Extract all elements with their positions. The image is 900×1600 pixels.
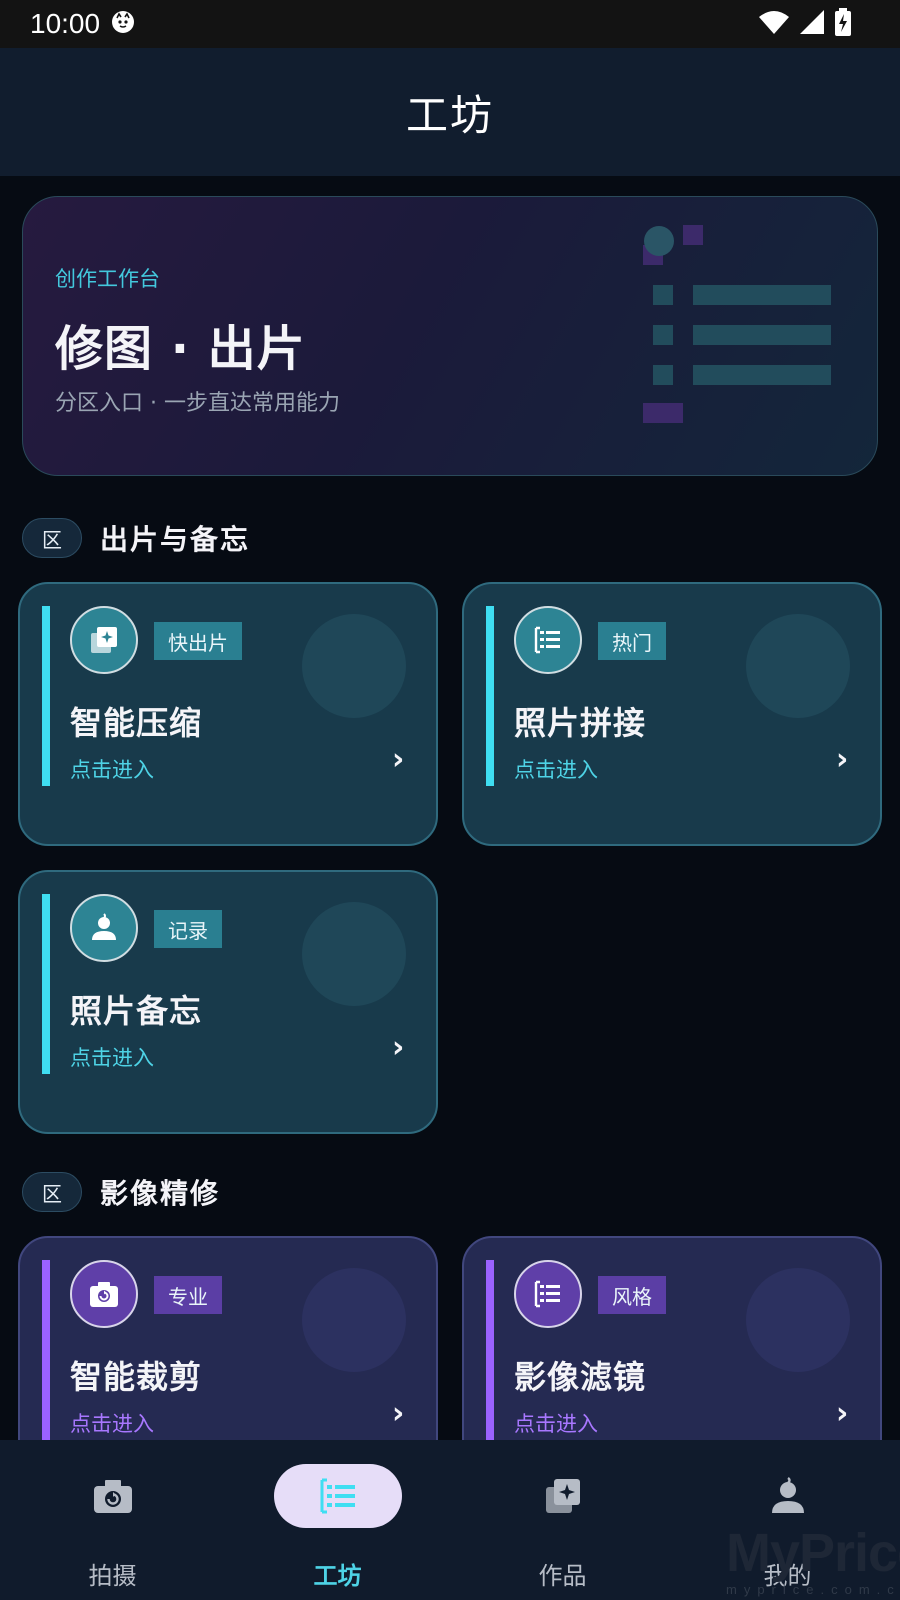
card-title: 照片备忘 <box>70 992 203 1030</box>
camera-icon <box>49 1464 177 1528</box>
nav-label: 拍摄 <box>88 1562 137 1590</box>
list-icon <box>273 1464 402 1528</box>
hero-banner: 创作工作台 修图 · 出片 分区入口 · 一步直达常用能力 <box>22 196 878 476</box>
section-title: 影像精修 <box>100 1177 221 1210</box>
section-title: 出片与备忘 <box>100 523 251 556</box>
nav-label: 我的 <box>763 1562 812 1590</box>
bottom-navigation: 拍摄 工坊 作品 我的 <box>0 1440 900 1600</box>
card-tag: 专业 <box>154 1276 222 1314</box>
nav-item-workshop[interactable]: 工坊 <box>225 1440 450 1600</box>
card-decoration <box>302 902 406 1006</box>
chevron-right-icon: › <box>836 1396 849 1431</box>
nav-label: 作品 <box>538 1562 587 1590</box>
card-tag: 风格 <box>598 1276 666 1314</box>
card-tag: 快出片 <box>154 622 242 660</box>
card-decoration <box>302 614 406 718</box>
card-enter-link[interactable]: 点击进入 <box>514 754 598 784</box>
card-enter-link[interactable]: 点击进入 <box>514 1408 598 1438</box>
chevron-right-icon: › <box>836 742 849 777</box>
list-icon <box>514 606 582 674</box>
hero-kicker: 创作工作台 <box>55 267 160 291</box>
card-photo-memo[interactable]: 记录 照片备忘 点击进入 › <box>18 870 438 1134</box>
list-icon <box>643 225 853 435</box>
card-title: 智能压缩 <box>70 704 203 742</box>
card-enter-link[interactable]: 点击进入 <box>70 1408 154 1438</box>
card-title: 智能裁剪 <box>70 1358 203 1396</box>
status-time: 10:00 <box>30 8 101 39</box>
cellular-signal-icon <box>798 9 826 39</box>
cat-notification-icon <box>110 9 136 39</box>
status-bar: 10:00 <box>0 0 900 48</box>
section-badge: 区 <box>22 518 82 558</box>
card-smart-compress[interactable]: 快出片 智能压缩 点击进入 › <box>18 582 438 846</box>
card-accent-bar <box>42 606 50 786</box>
nav-item-works[interactable]: 作品 <box>450 1440 675 1600</box>
card-enter-link[interactable]: 点击进入 <box>70 1042 154 1072</box>
card-accent-bar <box>486 1260 494 1440</box>
photo-library-icon <box>499 1464 627 1528</box>
camera-icon <box>70 1260 138 1328</box>
card-decoration <box>302 1268 406 1372</box>
chevron-right-icon: › <box>392 1030 405 1065</box>
chevron-right-icon: › <box>392 1396 405 1431</box>
chevron-right-icon: › <box>392 742 405 777</box>
list-icon <box>514 1260 582 1328</box>
card-tag: 记录 <box>154 910 222 948</box>
card-tag: 热门 <box>598 622 666 660</box>
card-decoration <box>746 614 850 718</box>
battery-charging-icon <box>834 8 852 40</box>
card-photo-stitch[interactable]: 热门 照片拼接 点击进入 › <box>462 582 882 846</box>
card-enter-link[interactable]: 点击进入 <box>70 754 154 784</box>
card-title: 照片拼接 <box>514 704 647 742</box>
nav-item-shoot[interactable]: 拍摄 <box>0 1440 225 1600</box>
hero-title: 修图 · 出片 <box>55 321 306 377</box>
card-title: 影像滤镜 <box>514 1358 647 1396</box>
nav-label: 工坊 <box>313 1562 362 1590</box>
person-icon <box>70 894 138 962</box>
section-badge: 区 <box>22 1172 82 1212</box>
nav-item-me[interactable]: 我的 <box>675 1440 900 1600</box>
section-header-retouch: 区 影像精修 <box>22 1172 220 1212</box>
page-title: 工坊 <box>405 90 494 140</box>
card-accent-bar <box>42 1260 50 1440</box>
card-accent-bar <box>486 606 494 786</box>
card-accent-bar <box>42 894 50 1074</box>
person-icon <box>724 1464 852 1528</box>
wifi-icon <box>758 9 790 39</box>
hero-subtitle: 分区入口 · 一步直达常用能力 <box>55 391 340 416</box>
section-header-output-memo: 区 出片与备忘 <box>22 518 250 558</box>
app-bar: 工坊 <box>0 48 900 176</box>
photo-library-icon <box>70 606 138 674</box>
card-decoration <box>746 1268 850 1372</box>
